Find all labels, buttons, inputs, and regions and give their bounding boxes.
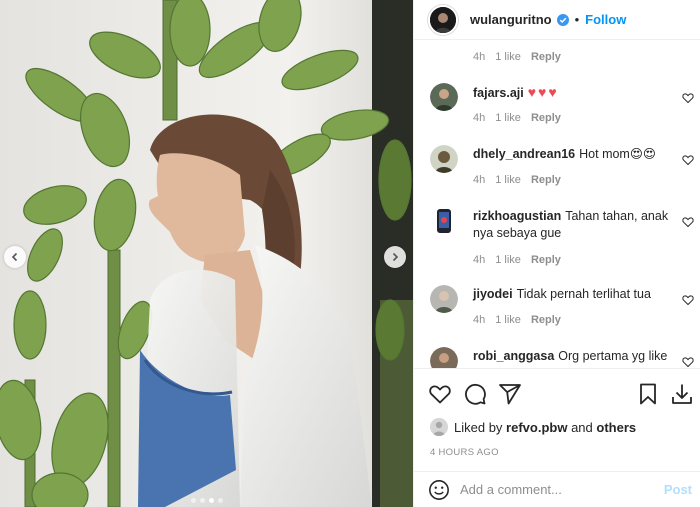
carousel-dot [199,498,205,503]
small-heart-icon[interactable] [682,154,694,166]
comment-item: robi_anggasa Org pertama yg like [414,347,700,368]
comment-meta: 4h 1 like Reply [473,314,561,326]
share-icon[interactable] [498,382,522,406]
comment-text: jiyodei Tidak pernah terlihat tua [473,286,673,303]
carousel-next-button[interactable] [384,246,406,268]
comment-body: Org pertama yg like [558,349,668,363]
comment-icon[interactable] [463,382,487,406]
commenter-avatar[interactable] [430,145,458,173]
add-comment-bar: Add a comment... Post [414,471,700,507]
verified-badge-icon [556,13,569,26]
liker-username[interactable]: refvo.pbw [506,420,567,435]
post-timestamp[interactable]: 4 HOURS AGO [430,447,499,458]
chevron-right-icon [392,252,399,262]
comment-likes[interactable]: 1 like [495,174,521,186]
comment-item: rizkhoagustian Tahan tahan, anak nya seba… [414,207,700,269]
comment-username[interactable]: jiyodei [473,287,513,301]
comment-username[interactable]: rizkhoagustian [473,209,561,223]
comment-time[interactable]: 4h [473,112,485,124]
commenter-avatar[interactable] [430,207,458,235]
comment-meta: 4h 1 like Reply [473,112,561,124]
commenter-avatar[interactable] [430,347,458,368]
liker-avatar[interactable] [430,418,448,436]
comment-likes[interactable]: 1 like [495,254,521,266]
comment-time[interactable]: 4h [473,314,485,326]
header-separator: • [574,12,580,27]
comment-likes[interactable]: 1 like [495,51,521,63]
post-comment-button[interactable]: Post [664,482,692,497]
author-username[interactable]: wulanguritno [470,12,552,27]
reply-button[interactable]: Reply [531,112,561,124]
follow-button[interactable]: Follow [585,12,626,27]
bookmark-icon[interactable] [636,382,660,406]
comment-body: Hot mom😍😍 [579,147,656,161]
likes-prefix: Liked by [454,419,503,435]
comment-time[interactable]: 4h [473,51,485,63]
comment-username[interactable]: fajars.aji [473,86,524,100]
commenter-avatar[interactable] [430,285,458,313]
comment-item: fajars.aji ♥♥♥ 4h 1 like Reply [414,83,700,133]
comment-item: jiyodei Tidak pernah terlihat tua 4h 1 li… [414,285,700,335]
reply-button[interactable]: Reply [531,254,561,266]
small-heart-icon[interactable] [682,356,694,368]
carousel-indicator [0,498,413,503]
carousel-dot [208,498,214,503]
chevron-left-icon [11,252,18,262]
comment-body: ♥♥♥ [527,84,559,100]
small-heart-icon[interactable] [682,294,694,306]
comment-time[interactable]: 4h [473,174,485,186]
comment-time[interactable]: 4h [473,254,485,266]
reply-button[interactable]: Reply [531,51,561,63]
comment-input[interactable]: Add a comment... [460,482,664,497]
comments-list[interactable]: 4h 1 like Reply fajars.aji ♥♥♥ 4h 1 like … [414,41,700,368]
carousel-prev-button[interactable] [4,246,26,268]
comment-text: rizkhoagustian Tahan tahan, anak nya seba… [473,208,673,242]
photo-image [0,0,413,507]
carousel-dot [217,498,223,503]
likes-summary: Liked by refvo.pbw and others [430,418,636,436]
download-icon[interactable] [670,382,694,406]
heart-icon[interactable] [428,382,452,406]
comment-username[interactable]: dhely_andrean16 [473,147,575,161]
comment-meta: 4h 1 like Reply [473,174,561,186]
author-avatar[interactable] [428,4,458,35]
post-header: wulanguritno • Follow [414,0,700,40]
comment-text: robi_anggasa Org pertama yg like [473,348,673,365]
comment-item: 4h 1 like Reply [414,41,700,71]
comment-likes[interactable]: 1 like [495,314,521,326]
likes-others-link[interactable]: others [596,420,636,435]
comment-meta: 4h 1 like Reply [473,254,561,266]
small-heart-icon[interactable] [682,92,694,104]
reply-button[interactable]: Reply [531,174,561,186]
commenter-avatar[interactable] [430,83,458,111]
comment-body: Tidak pernah terlihat tua [516,287,651,301]
reply-button[interactable]: Reply [531,314,561,326]
comment-username[interactable]: robi_anggasa [473,349,554,363]
emoji-icon[interactable] [428,479,450,501]
comment-meta: 4h 1 like Reply [473,51,561,63]
comment-text: dhely_andrean16 Hot mom😍😍 [473,146,673,163]
likes-and: and [571,419,593,435]
comment-likes[interactable]: 1 like [495,112,521,124]
comment-text: fajars.aji ♥♥♥ [473,84,673,102]
carousel-dot [190,498,196,503]
post-sidebar: wulanguritno • Follow 4h 1 like Reply fa… [413,0,700,507]
comment-item: dhely_andrean16 Hot mom😍😍 4h 1 like Reply [414,145,700,195]
action-bar [414,368,700,418]
small-heart-icon[interactable] [682,216,694,228]
post-photo[interactable] [0,0,413,507]
